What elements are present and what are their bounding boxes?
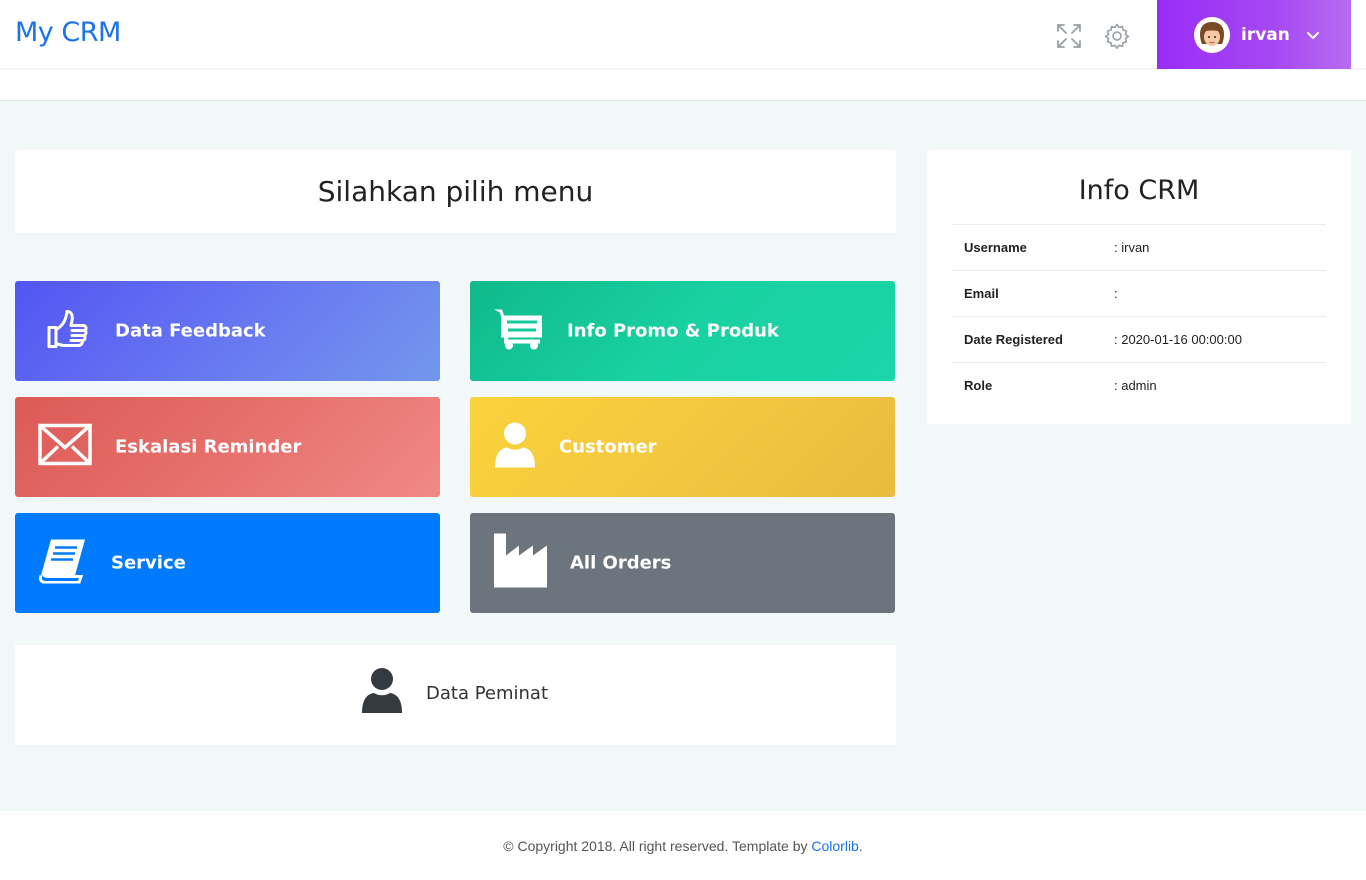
gear-icon[interactable]	[1103, 22, 1131, 50]
footer-suffix: .	[858, 837, 863, 854]
menu-title-card: Silahkan pilih menu	[15, 150, 896, 233]
fullscreen-icon[interactable]	[1055, 22, 1083, 50]
info-value: : 2020-01-16 00:00:00	[1114, 316, 1326, 363]
user-name: irvan	[1241, 24, 1290, 45]
colorlib-link[interactable]: Colorlib	[811, 838, 858, 854]
book-icon	[37, 538, 89, 589]
tile-label: Data Peminat	[426, 683, 549, 704]
info-key: Date Registered	[952, 316, 1114, 363]
header-subbar	[0, 70, 1366, 101]
chevron-down-icon	[1306, 28, 1320, 42]
tile-label: Data Feedback	[115, 320, 266, 342]
tile-label: Customer	[559, 436, 657, 458]
user-icon	[493, 422, 537, 473]
table-row: Username : irvan	[952, 224, 1326, 271]
info-key: Username	[952, 224, 1114, 271]
tile-all-orders[interactable]: All Orders	[470, 513, 895, 613]
user-icon	[360, 667, 404, 718]
envelope-icon	[38, 423, 92, 471]
brand-logo[interactable]: My CRM	[15, 17, 121, 48]
tile-label: Info Promo & Produk	[567, 320, 779, 342]
factory-icon	[494, 533, 548, 593]
page-title: Silahkan pilih menu	[317, 175, 594, 208]
tile-service[interactable]: Service	[15, 513, 440, 613]
tile-customer[interactable]: Customer	[470, 397, 895, 497]
info-crm-card: Info CRM Username : irvan Email : Date R…	[927, 150, 1351, 424]
info-table: Username : irvan Email : Date Registered…	[952, 224, 1326, 409]
info-value: : irvan	[1114, 224, 1326, 271]
thumbs-up-icon	[45, 306, 91, 357]
info-value: : admin	[1114, 362, 1326, 409]
tile-label: Eskalasi Reminder	[115, 436, 302, 458]
info-key: Role	[952, 362, 1114, 409]
info-title: Info CRM	[1078, 175, 1200, 206]
table-row: Role : admin	[952, 362, 1326, 409]
tile-info-promo-produk[interactable]: Info Promo & Produk	[470, 281, 895, 381]
copyright-text: © Copyright 2018. All right reserved. Te…	[503, 837, 808, 854]
info-key: Email	[952, 270, 1114, 317]
avatar	[1194, 16, 1230, 53]
footer: © Copyright 2018. All right reserved. Te…	[0, 811, 1366, 880]
info-value: :	[1114, 270, 1326, 317]
table-row: Email :	[952, 270, 1326, 317]
user-menu[interactable]: irvan	[1157, 0, 1351, 69]
tile-data-feedback[interactable]: Data Feedback	[15, 281, 440, 381]
tile-label: All Orders	[570, 552, 672, 574]
tile-data-peminat[interactable]: Data Peminat	[15, 645, 896, 745]
tile-eskalasi-reminder[interactable]: Eskalasi Reminder	[15, 397, 440, 497]
top-navbar: My CRM irvan	[0, 0, 1366, 69]
tile-label: Service	[111, 552, 186, 574]
cart-icon	[492, 307, 544, 356]
table-row: Date Registered : 2020-01-16 00:00:00	[952, 316, 1326, 363]
